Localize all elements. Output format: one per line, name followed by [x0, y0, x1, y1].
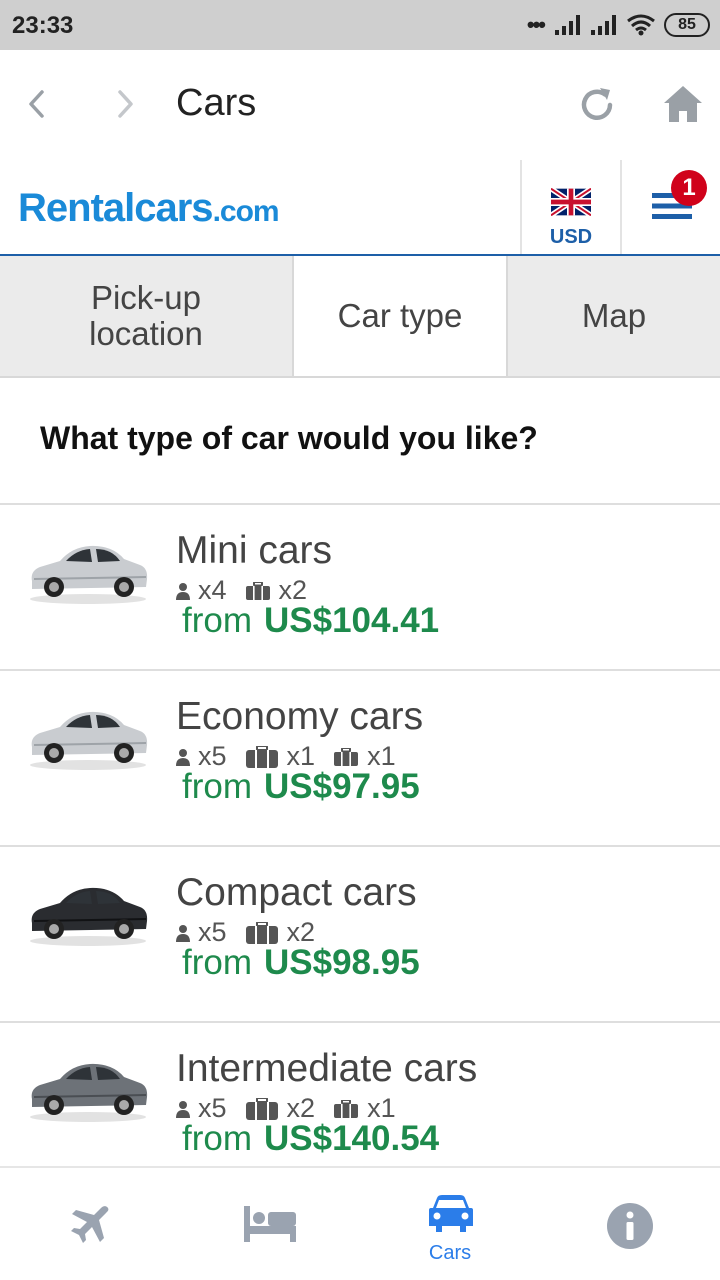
small-luggage-icon	[245, 581, 270, 600]
car-category-name: Compact cars	[176, 871, 417, 914]
reload-icon[interactable]	[576, 84, 618, 126]
price-amount: US$104.41	[264, 601, 440, 640]
car-image	[30, 887, 148, 946]
price-from-label: from	[182, 943, 252, 982]
car-price: from US$104.41	[182, 601, 439, 641]
car-category-name: Mini cars	[176, 529, 333, 572]
price-amount: US$140.54	[264, 1119, 440, 1158]
small-luggage-icon	[334, 747, 359, 766]
price-from-label: from	[182, 1119, 252, 1158]
logo-main: Rentalcars	[18, 186, 214, 230]
tab-map[interactable]: Map	[508, 256, 720, 376]
browser-nav-bar: Cars	[0, 50, 720, 160]
bottom-nav: Cars	[0, 1166, 720, 1280]
page-title: Cars	[176, 82, 257, 124]
dots-icon: •••	[526, 12, 546, 37]
passenger-icon	[176, 582, 190, 600]
list-item[interactable]: Mini cars x4 x2 from US$104.41	[0, 503, 720, 669]
uk-flag-icon	[551, 188, 591, 216]
status-time: 23:33	[12, 12, 74, 39]
car-price: from US$140.54	[182, 1119, 439, 1159]
car-price: from US$98.95	[182, 943, 420, 983]
section-heading: What type of car would you like?	[40, 420, 538, 456]
car-price: from US$97.95	[182, 767, 420, 807]
wifi-icon	[627, 14, 655, 36]
logo-suffix: .com	[212, 195, 280, 228]
car-category-name: Economy cars	[176, 695, 424, 738]
list-item[interactable]: Economy cars x5 x1 x1 from US$97.95	[0, 669, 720, 845]
tab-pickup-location[interactable]: Pick-up location	[0, 256, 294, 376]
large-luggage-icon	[245, 745, 278, 768]
car-icon	[429, 1195, 473, 1232]
rentalcars-logo[interactable]: Rentalcars.com	[18, 186, 280, 231]
signal-icon-2	[591, 15, 616, 35]
nav-cars[interactable]: Cars	[360, 1168, 540, 1280]
step-tabs: Pick-up location Car type Map	[0, 256, 720, 378]
notification-badge: 1	[671, 170, 707, 206]
back-arrow-icon[interactable]	[22, 86, 52, 122]
nav-cars-label: Cars	[428, 1242, 472, 1264]
forward-arrow-icon[interactable]	[110, 86, 140, 122]
price-amount: US$98.95	[264, 943, 420, 982]
site-header: Rentalcars.com USD 1	[0, 160, 720, 256]
large-luggage-icon	[245, 921, 278, 944]
car-image	[30, 545, 148, 604]
currency-selector[interactable]: USD	[522, 160, 620, 254]
car-image	[30, 711, 148, 770]
list-item[interactable]: Compact cars x5 x2 from US$98.95	[0, 845, 720, 1021]
info-icon	[607, 1203, 653, 1249]
passenger-icon	[176, 748, 190, 766]
tab-car-type[interactable]: Car type	[294, 256, 508, 376]
price-amount: US$97.95	[264, 767, 420, 806]
price-from-label: from	[182, 767, 252, 806]
bed-icon	[244, 1206, 296, 1242]
price-from-label: from	[182, 601, 252, 640]
passenger-icon	[176, 1100, 190, 1118]
plane-icon	[71, 1206, 109, 1243]
passenger-icon	[176, 924, 190, 942]
car-category-name: Intermediate cars	[176, 1047, 478, 1090]
car-image	[30, 1063, 148, 1122]
status-bar: 23:33 ••• 85	[0, 0, 720, 50]
home-icon[interactable]	[660, 82, 706, 126]
large-luggage-icon	[245, 1097, 278, 1120]
menu-button[interactable]: 1	[622, 160, 720, 254]
currency-code: USD	[549, 226, 593, 248]
battery-icon: 85	[664, 13, 710, 37]
signal-icon	[555, 15, 580, 35]
nav-hotels[interactable]	[180, 1168, 360, 1280]
nav-info[interactable]	[540, 1168, 720, 1280]
small-luggage-icon	[334, 1099, 359, 1118]
car-type-list: Mini cars x4 x2 from US$104.41 Economy cars x…	[0, 503, 720, 1191]
status-icons: ••• 85	[527, 10, 710, 40]
nav-flights[interactable]	[0, 1168, 180, 1280]
